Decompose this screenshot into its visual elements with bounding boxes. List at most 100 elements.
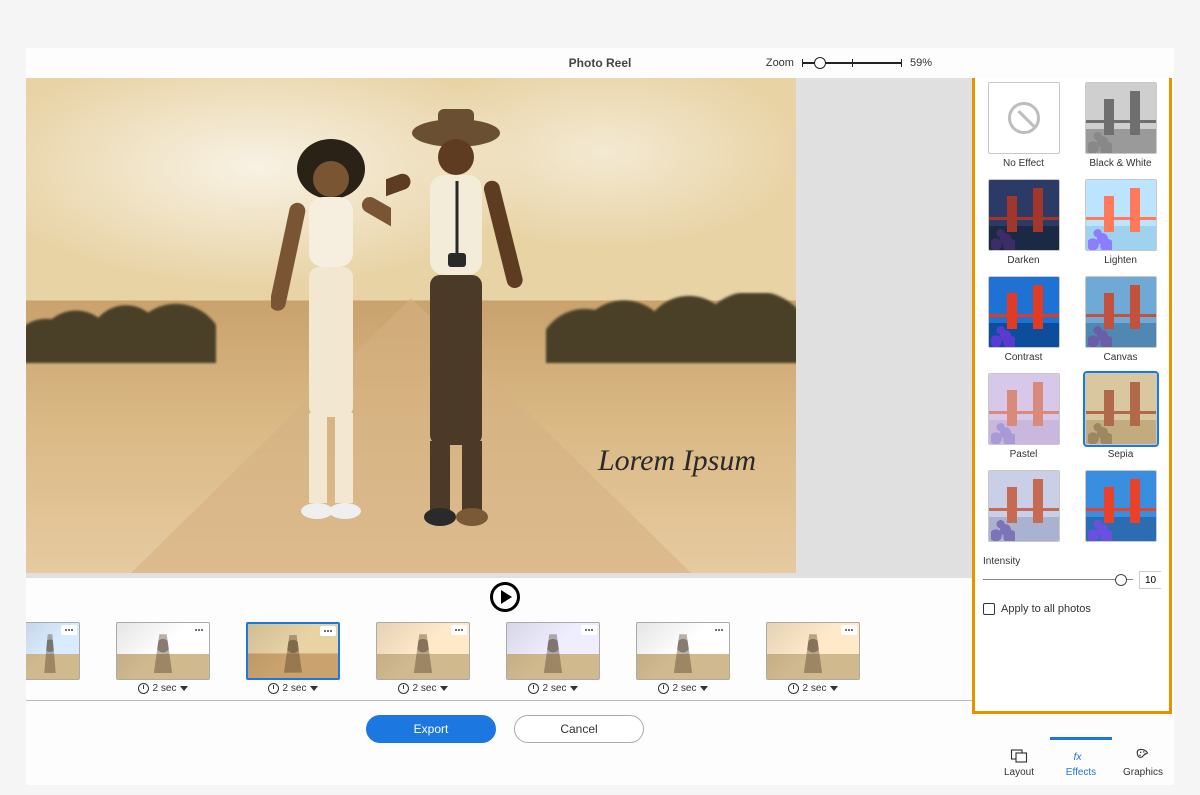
tab-graphics[interactable]: Graphics [1112,737,1174,785]
thumbnail-menu-icon[interactable] [191,625,207,635]
effect-swatch[interactable] [988,373,1060,445]
clock-icon [788,683,799,694]
reel-thumbnail[interactable] [26,622,80,680]
intensity-slider[interactable] [983,574,1133,586]
reel-item: 2 sec [766,622,860,694]
chevron-down-icon [700,686,708,691]
duration-dropdown[interactable]: 2 sec [528,683,579,694]
effect-lighten[interactable]: Lighten [1085,179,1157,266]
effect-label: Pastel [1010,449,1038,460]
reel-thumbnail[interactable] [766,622,860,680]
footer: Export Cancel [26,707,984,753]
effect-label: Darken [1007,255,1039,266]
duration-dropdown[interactable]: 2 sec [658,683,709,694]
svg-text:fx: fx [1074,751,1083,763]
fx-icon: fx [1071,747,1091,765]
zoom-value: 59% [910,57,932,69]
panel-tabs: Layout fx Effects Graphics [988,737,1174,785]
layout-icon [1009,747,1029,765]
intensity-label: Intensity [983,556,1161,567]
graphics-icon [1133,747,1153,765]
reel-thumbnail[interactable] [376,622,470,680]
canvas-photo[interactable]: Lorem Ipsum [26,78,796,573]
thumbnail-menu-icon[interactable] [711,625,727,635]
clock-icon [268,683,279,694]
effect-label: Canvas [1104,352,1138,363]
canvas-stage: Lorem Ipsum [26,78,984,578]
chevron-down-icon [570,686,578,691]
subject-person-2 [386,103,506,543]
reel-item: 2 sec [506,622,600,694]
zoom-label: Zoom [766,57,794,69]
page-title: Photo Reel [26,56,1174,70]
divider [26,700,984,701]
effect-swatch[interactable] [1085,276,1157,348]
intensity-value[interactable]: 10 [1139,571,1161,589]
effect-bw[interactable]: Black & White [1085,82,1157,169]
reel-item [26,622,80,694]
apply-all-checkbox[interactable] [983,603,995,615]
canvas-overlay-text[interactable]: Lorem Ipsum [598,444,756,478]
thumbnail-menu-icon[interactable] [841,625,857,635]
zoom-thumb[interactable] [814,57,826,69]
clock-icon [398,683,409,694]
duration-dropdown[interactable]: 2 sec [138,683,189,694]
export-button[interactable]: Export [366,715,496,743]
subject-person-1 [271,123,391,543]
effect-label: Contrast [1005,352,1043,363]
effect-swatch[interactable] [988,470,1060,542]
thumbnail-menu-icon[interactable] [320,626,336,636]
tab-layout[interactable]: Layout [988,737,1050,785]
effects-panel: Effects ? No EffectBlack & WhiteDarkenLi… [972,78,1172,714]
effect-contrast[interactable]: Contrast [988,276,1060,363]
chevron-down-icon [440,686,448,691]
effect-swatch[interactable] [1085,373,1157,445]
effect-swatch[interactable] [1085,82,1157,154]
effect-sepia[interactable]: Sepia [1085,373,1157,460]
no-effect-icon [989,83,1059,153]
reel-item: 2 sec [116,622,210,694]
apply-all-label: Apply to all photos [1001,603,1091,615]
clock-icon [138,683,149,694]
effect-label: Sepia [1108,449,1134,460]
effect-label: No Effect [1003,158,1044,169]
play-icon [501,590,512,604]
tab-effects[interactable]: fx Effects [1050,737,1112,785]
effect-swatch[interactable] [988,82,1060,154]
effect-swatch[interactable] [988,276,1060,348]
duration-dropdown[interactable]: 2 sec [268,683,319,694]
clock-icon [528,683,539,694]
effect-canvas[interactable]: Canvas [1085,276,1157,363]
duration-dropdown[interactable]: 2 sec [788,683,839,694]
reel-thumbnail[interactable] [246,622,340,680]
effect-label: Lighten [1104,255,1137,266]
effect-x2[interactable] [1085,470,1157,546]
reel-strip: 2 sec 2 sec 2 sec 2 sec 2 sec 2 sec [26,618,984,700]
clock-icon [658,683,669,694]
intensity-thumb[interactable] [1115,574,1127,586]
zoom-slider[interactable] [802,57,902,69]
cancel-button[interactable]: Cancel [514,715,644,743]
effect-x1[interactable] [988,470,1060,546]
effect-label: Black & White [1089,158,1151,169]
header-bar: Photo Reel Zoom 59% [26,48,1174,78]
effect-darken[interactable]: Darken [988,179,1060,266]
effect-swatch[interactable] [988,179,1060,251]
thumbnail-menu-icon[interactable] [451,625,467,635]
effect-pastel[interactable]: Pastel [988,373,1060,460]
app-window: Photo Reel Zoom 59% [26,48,1174,785]
duration-dropdown[interactable]: 2 sec [398,683,449,694]
reel-thumbnail[interactable] [636,622,730,680]
reel-item: 2 sec [636,622,730,694]
effect-swatch[interactable] [1085,179,1157,251]
effect-swatch[interactable] [1085,470,1157,542]
effect-none[interactable]: No Effect [988,82,1060,169]
play-button[interactable] [490,582,520,612]
thumbnail-menu-icon[interactable] [61,625,77,635]
reel-thumbnail[interactable] [506,622,600,680]
chevron-down-icon [310,686,318,691]
thumbnail-menu-icon[interactable] [581,625,597,635]
chevron-down-icon [180,686,188,691]
chevron-down-icon [830,686,838,691]
reel-thumbnail[interactable] [116,622,210,680]
